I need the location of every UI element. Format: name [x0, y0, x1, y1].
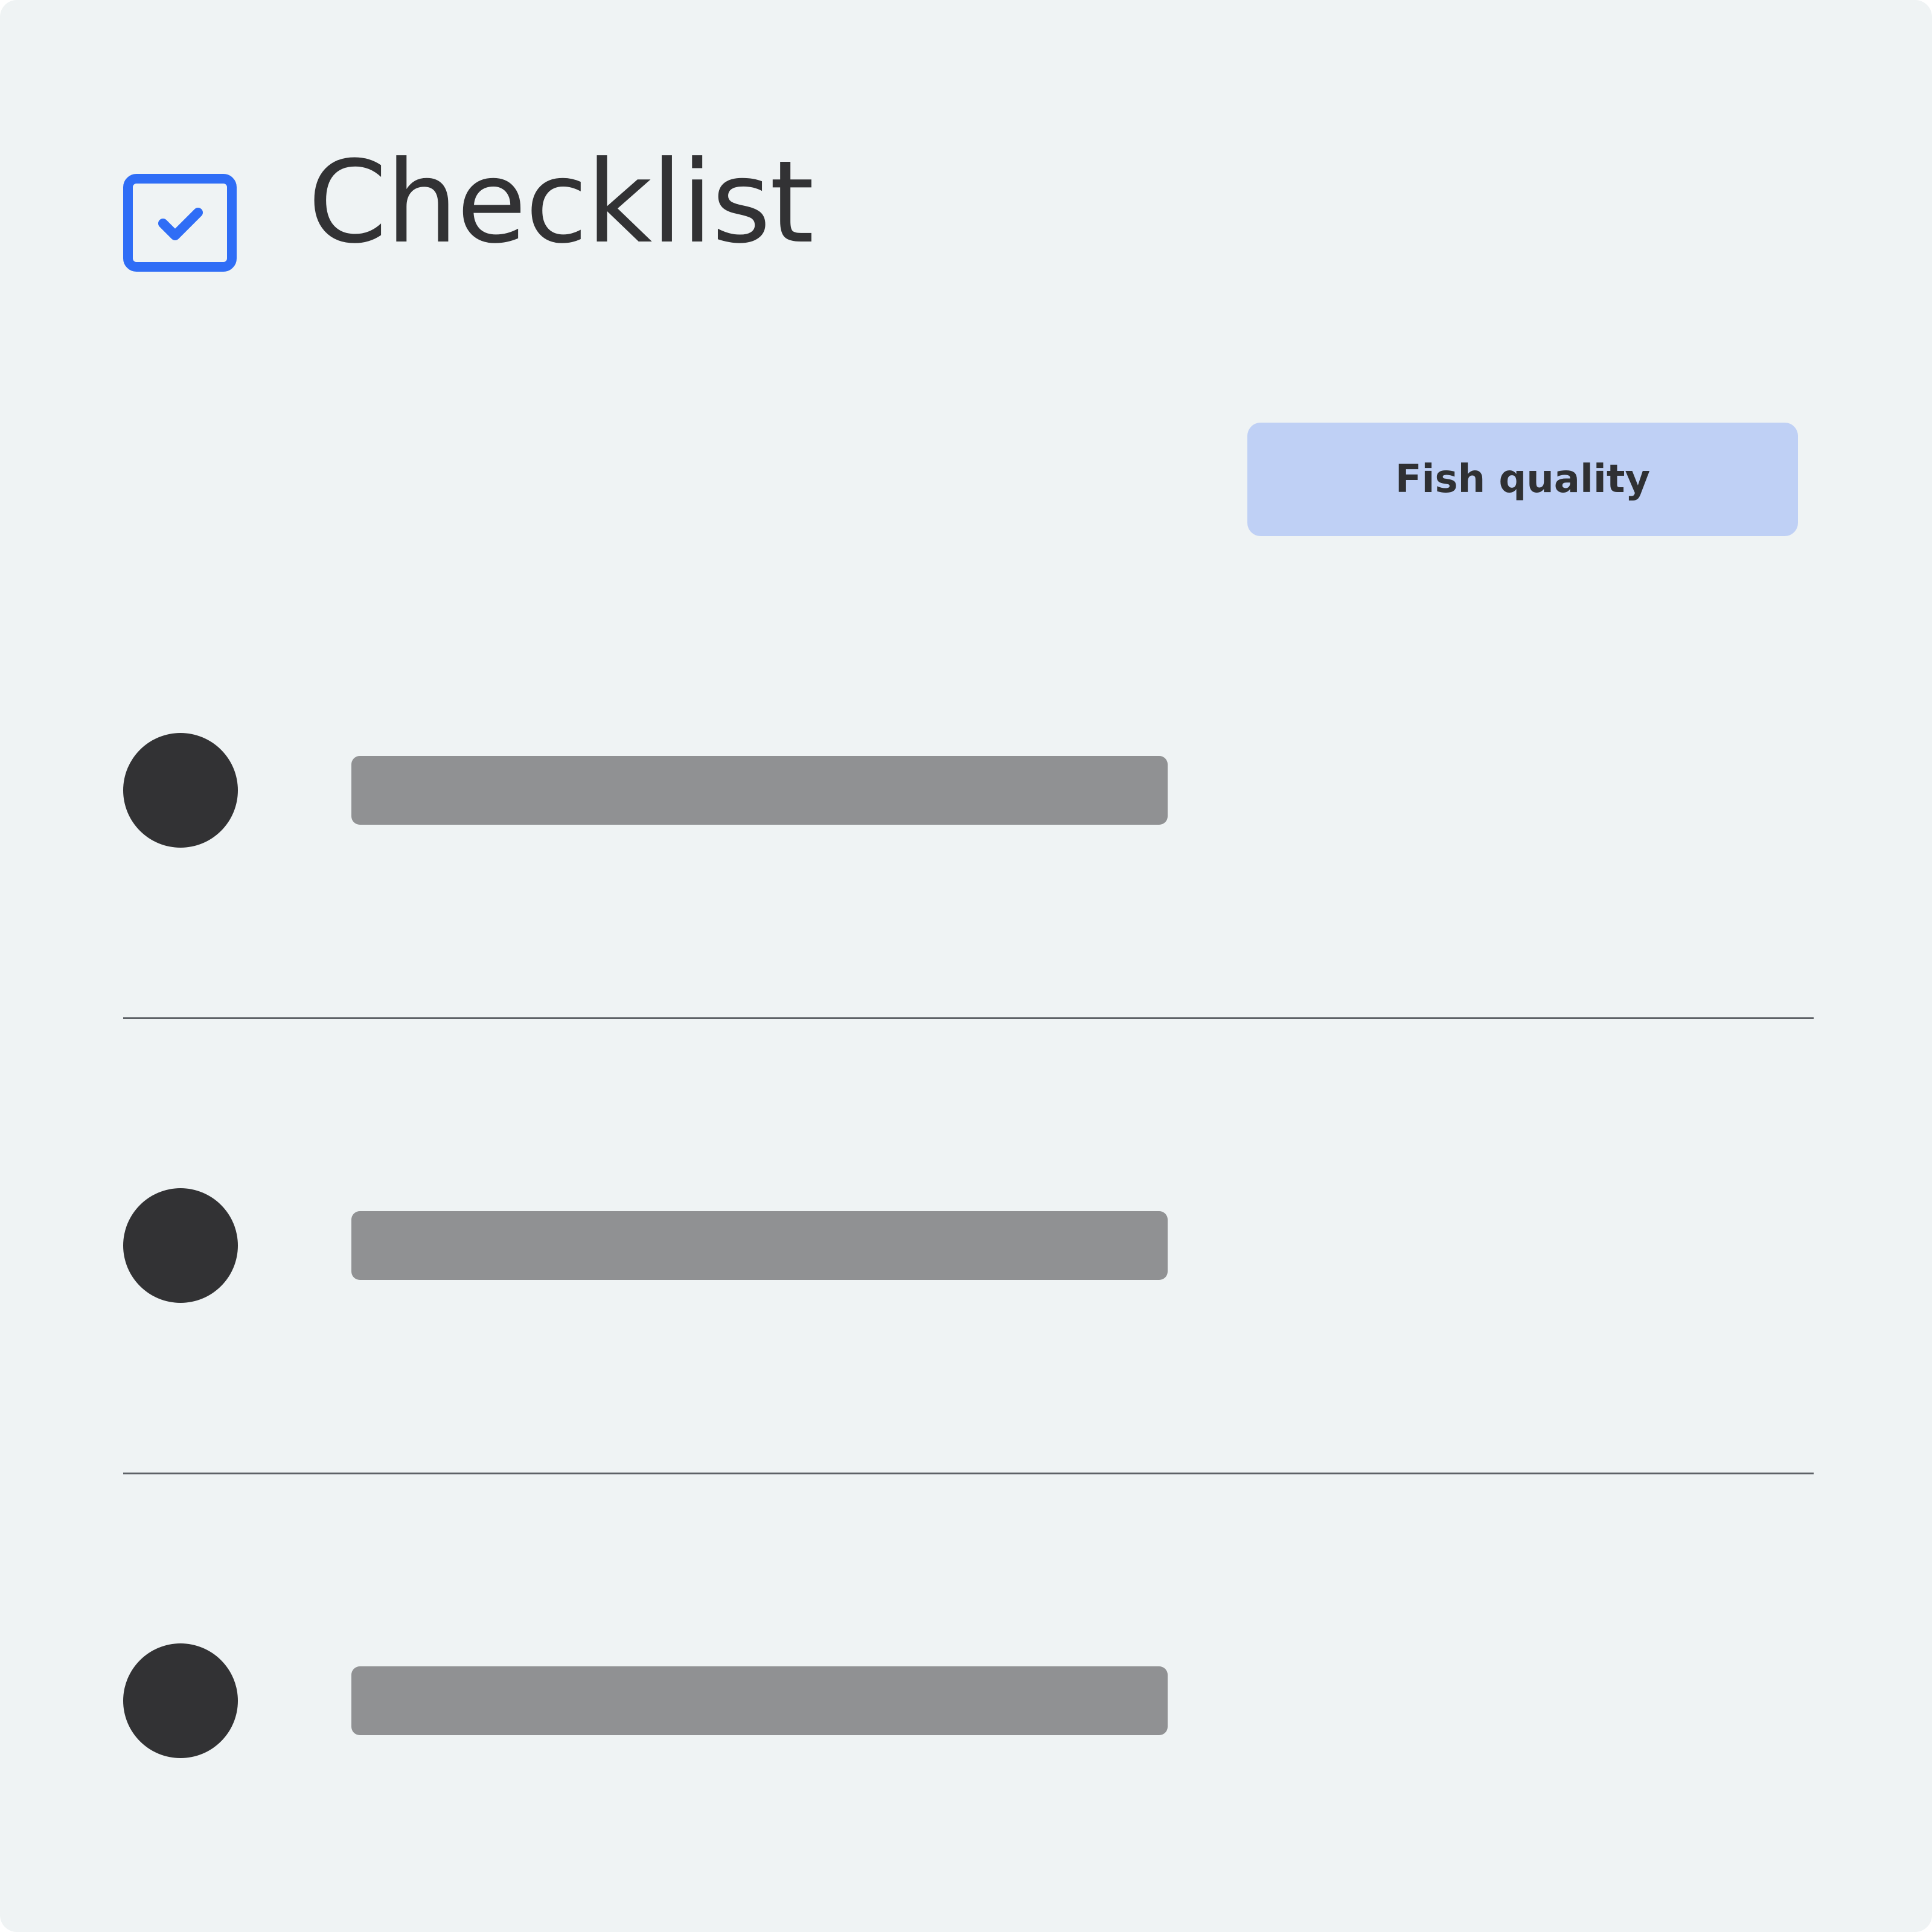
bullet-dot-icon: [123, 733, 238, 848]
divider: [123, 1473, 1814, 1474]
checkbox-checked-icon: [123, 174, 237, 272]
category-tag-label: Fish quality: [1395, 457, 1651, 502]
bullet-dot-icon: [123, 1188, 238, 1303]
list-item[interactable]: [0, 1188, 1932, 1303]
list-item-text-placeholder: [351, 1211, 1168, 1280]
divider: [123, 1017, 1814, 1019]
bullet-dot-icon: [123, 1643, 238, 1758]
list-item[interactable]: [0, 1643, 1932, 1758]
list-item-text-placeholder: [351, 756, 1168, 825]
list-item-text-placeholder: [351, 1666, 1168, 1735]
checklist-card: Checklist Fish quality: [0, 0, 1932, 1932]
category-tag[interactable]: Fish quality: [1247, 423, 1798, 536]
page-title: Checklist: [308, 136, 814, 269]
list-item[interactable]: [0, 733, 1932, 848]
